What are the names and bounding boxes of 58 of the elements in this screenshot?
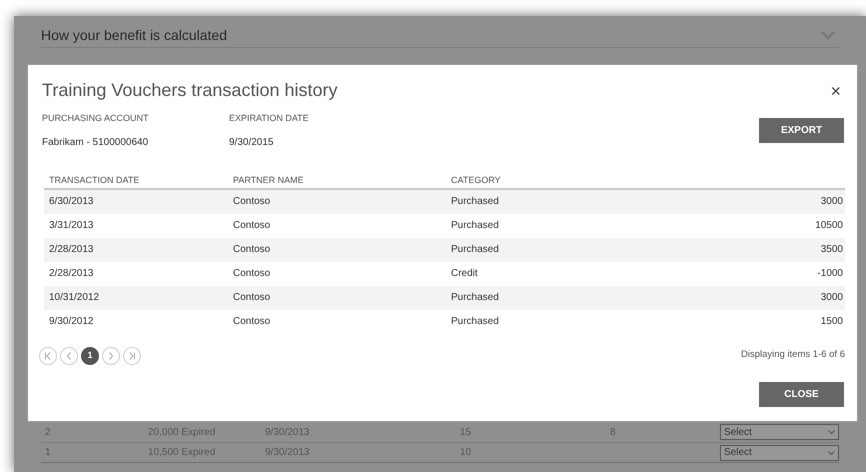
table-cell-text: 3000 xyxy=(820,195,844,209)
table-cell-text: 8 xyxy=(610,426,617,440)
table-cell-text: 3/31/2013 xyxy=(48,219,94,233)
field-label: EXPIRATION DATE xyxy=(229,112,310,125)
select-dropdown[interactable]: Select xyxy=(720,444,839,460)
select-dropdown[interactable]: Select xyxy=(720,424,839,440)
column-header: CATEGORY xyxy=(450,174,502,186)
first-page-button[interactable] xyxy=(39,346,57,364)
dialog-title: Training Vouchers transaction history xyxy=(42,79,338,102)
table-cell-text: 9/30/2013 xyxy=(265,426,310,440)
caret-icon xyxy=(828,450,835,454)
table-cell-text: 6/30/2013 xyxy=(48,195,94,209)
skip-forward-icon xyxy=(128,352,136,360)
table-cell-text: Purchased xyxy=(450,291,500,305)
field-value: 9/30/2015 xyxy=(229,136,274,150)
table-cell-text: 10500 xyxy=(815,219,844,233)
table-cell-text: Contoso xyxy=(232,267,272,281)
table-cell-text: 10/31/2012 xyxy=(48,291,100,305)
table-cell-text: 20,000 Expired xyxy=(148,426,216,440)
table-cell-text: 9/30/2013 xyxy=(265,446,310,460)
next-page-button[interactable] xyxy=(102,346,120,364)
caret-icon xyxy=(828,430,835,434)
column-header: PARTNER NAME xyxy=(232,174,305,186)
previous-page-button[interactable] xyxy=(60,346,78,364)
table-cell-text: Contoso xyxy=(232,219,272,233)
field-value: Fabrikam - 5100000640 xyxy=(42,136,150,150)
last-page-button[interactable] xyxy=(123,346,141,364)
table-cell-text: Contoso xyxy=(232,195,272,209)
table-cell-text: 2 xyxy=(45,426,52,440)
table-cell-text: Purchased xyxy=(450,219,500,233)
table-cell-text: Contoso xyxy=(232,243,272,257)
table-cell-text: 1500 xyxy=(820,315,844,329)
export-button[interactable]: EXPORT xyxy=(759,118,844,143)
table-cell-text: -1000 xyxy=(817,267,844,281)
section-title: How your benefit is calculated xyxy=(41,26,227,45)
table-cell-text: 10 xyxy=(460,446,472,460)
page-button[interactable]: 1 xyxy=(81,346,99,364)
table-cell-text: Purchased xyxy=(450,243,500,257)
table-cell-text: 3500 xyxy=(820,243,844,257)
table-cell-text: 3000 xyxy=(820,291,844,305)
column-header: TRANSACTION DATE xyxy=(48,174,140,186)
table-cell-text: Credit xyxy=(450,267,479,281)
close-button[interactable]: CLOSE xyxy=(759,382,844,406)
table-cell-text: Purchased xyxy=(450,315,500,329)
table-cell-text: 10,500 Expired xyxy=(148,446,216,460)
table-cell-text: 2/28/2013 xyxy=(48,267,94,281)
table-cell-text: Contoso xyxy=(232,315,272,329)
table-cell-text: Contoso xyxy=(232,291,272,305)
items-summary: Displaying items 1-6 of 6 xyxy=(740,348,845,362)
chevron-left-icon xyxy=(65,352,73,360)
table-cell-text: 1 xyxy=(45,446,52,460)
table-cell-text: 9/30/2012 xyxy=(48,315,94,329)
table-cell-text: 15 xyxy=(460,426,472,440)
chevron-right-icon xyxy=(107,352,115,360)
skip-back-icon xyxy=(44,352,52,360)
field-label: PURCHASING ACCOUNT xyxy=(42,112,150,125)
table-cell-text: 2/28/2013 xyxy=(48,243,94,257)
table-cell-text: Purchased xyxy=(450,195,500,209)
